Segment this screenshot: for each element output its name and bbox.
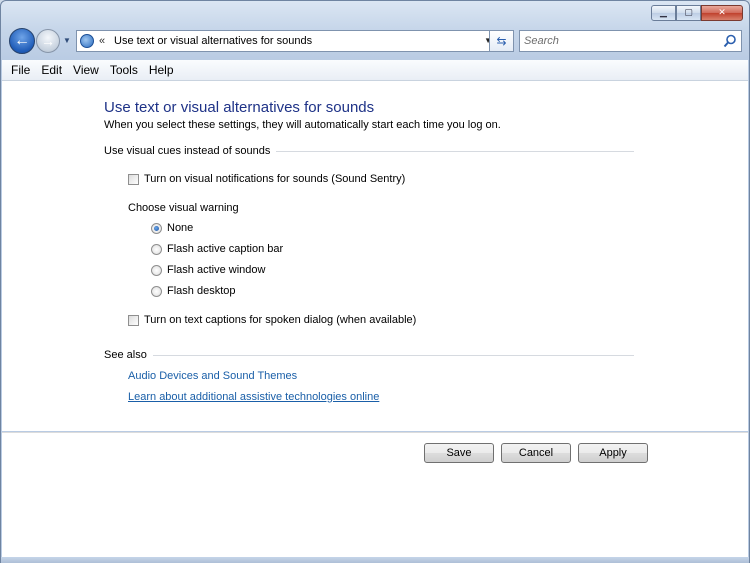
dialog-footer: Save Cancel Apply [2, 432, 748, 558]
save-button[interactable]: Save [424, 443, 494, 463]
menu-file[interactable]: File [11, 63, 30, 77]
recent-pages-dropdown[interactable]: ▼ [63, 36, 72, 45]
control-panel-icon [80, 34, 94, 48]
text-captions-option[interactable]: Turn on text captions for spoken dialog … [128, 314, 416, 326]
visual-cues-heading-text: Use visual cues instead of sounds [104, 145, 271, 157]
menu-edit[interactable]: Edit [41, 63, 62, 77]
back-arrow-icon: ← [14, 32, 30, 49]
refresh-icon: ⇆ [496, 34, 507, 48]
radio-flash-window-button[interactable] [151, 264, 162, 276]
see-also-heading-text: See also [104, 349, 147, 361]
settings-content: Use text or visual alternatives for soun… [2, 81, 748, 431]
radio-none[interactable]: None [151, 222, 193, 234]
cancel-button[interactable]: Cancel [501, 443, 571, 463]
radio-none-label[interactable]: None [167, 222, 193, 234]
back-button[interactable]: ← [9, 28, 35, 54]
radio-flash-desktop-label[interactable]: Flash desktop [167, 285, 235, 297]
radio-flash-desktop[interactable]: Flash desktop [151, 285, 235, 297]
text-captions-label[interactable]: Turn on text captions for spoken dialog … [144, 314, 416, 326]
radio-flash-caption-bar-label[interactable]: Flash active caption bar [167, 243, 283, 255]
radio-flash-desktop-button[interactable] [151, 285, 162, 297]
close-button[interactable]: ✕ [701, 5, 743, 21]
address-bar[interactable]: « Use text or visual alternatives for so… [76, 30, 498, 52]
page-title: Use text or visual alternatives for soun… [104, 99, 375, 116]
forward-button[interactable]: → [36, 29, 60, 53]
maximize-button[interactable]: ▢ [676, 5, 701, 21]
page-description: When you select these settings, they wil… [104, 119, 501, 131]
menu-tools[interactable]: Tools [110, 63, 138, 77]
caption-buttons: ▁ ▢ ✕ [651, 5, 743, 21]
radio-flash-window-label[interactable]: Flash active window [167, 264, 265, 276]
sound-sentry-option[interactable]: Turn on visual notifications for sounds … [128, 173, 405, 185]
window-bottom-border [1, 557, 749, 563]
save-button-label: Save [446, 447, 472, 459]
navigation-bar: ← → ▼ « Use text or visual alternatives … [9, 28, 747, 56]
forward-arrow-icon: → [41, 33, 55, 49]
visual-cues-group-heading: Use visual cues instead of sounds [104, 145, 634, 157]
search-box[interactable]: Search [519, 30, 742, 52]
radio-flash-caption-bar[interactable]: Flash active caption bar [151, 243, 283, 255]
cancel-button-label: Cancel [518, 447, 554, 459]
see-also-group-heading: See also [104, 349, 634, 361]
menu-view[interactable]: View [73, 63, 99, 77]
radio-flash-window[interactable]: Flash active window [151, 264, 265, 276]
breadcrumb-chevron[interactable]: « [99, 35, 105, 47]
breadcrumb-current[interactable]: Use text or visual alternatives for soun… [114, 35, 312, 47]
group-divider [152, 354, 634, 356]
sound-sentry-checkbox[interactable] [128, 173, 139, 185]
refresh-button[interactable]: ⇆ [489, 30, 514, 52]
menu-bar: File Edit View Tools Help [2, 60, 748, 81]
radio-none-button[interactable] [151, 222, 162, 234]
visual-warning-label: Choose visual warning [128, 202, 239, 214]
search-input[interactable]: Search [524, 35, 559, 47]
apply-button-label: Apply [599, 447, 627, 459]
radio-flash-caption-bar-button[interactable] [151, 243, 162, 255]
menu-help[interactable]: Help [149, 63, 174, 77]
sound-sentry-label[interactable]: Turn on visual notifications for sounds … [144, 173, 405, 185]
search-icon[interactable] [723, 34, 737, 48]
group-divider [276, 150, 634, 152]
text-captions-checkbox[interactable] [128, 314, 139, 326]
apply-button[interactable]: Apply [578, 443, 648, 463]
minimize-button[interactable]: ▁ [651, 5, 676, 21]
audio-devices-link[interactable]: Audio Devices and Sound Themes [128, 370, 297, 382]
control-panel-window: ▁ ▢ ✕ ← → ▼ « Use text or visual alterna… [0, 0, 750, 563]
assistive-technologies-link[interactable]: Learn about additional assistive technol… [128, 391, 379, 403]
